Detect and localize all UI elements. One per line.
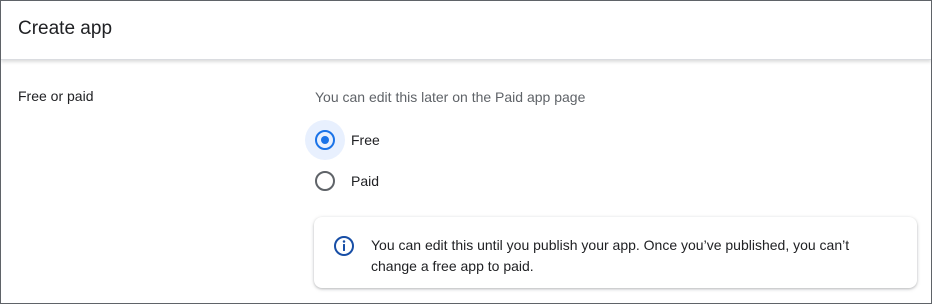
info-icon: [334, 236, 354, 256]
free-radio-option[interactable]: Free: [305, 120, 425, 160]
panel-header: Create app: [1, 1, 931, 60]
radio-selected-dot: [321, 136, 329, 144]
page-title: Create app: [18, 18, 113, 39]
free-or-paid-label: Free or paid: [18, 88, 94, 104]
paid-radio-button[interactable]: [315, 171, 335, 191]
free-radio-button[interactable]: [315, 130, 335, 150]
paid-radio-option[interactable]: Paid: [305, 161, 425, 201]
create-app-panel: Create app Free or paid You can edit thi…: [0, 0, 932, 304]
free-or-paid-description: You can edit this later on the Paid app …: [315, 89, 586, 105]
info-message: You can edit this until you publish your…: [371, 237, 850, 274]
paid-radio-highlight[interactable]: [305, 161, 345, 201]
free-radio-label[interactable]: Free: [351, 131, 380, 149]
info-callout: You can edit this until you publish your…: [314, 217, 917, 288]
free-radio-highlight[interactable]: [305, 120, 345, 160]
paid-radio-label[interactable]: Paid: [351, 172, 379, 190]
